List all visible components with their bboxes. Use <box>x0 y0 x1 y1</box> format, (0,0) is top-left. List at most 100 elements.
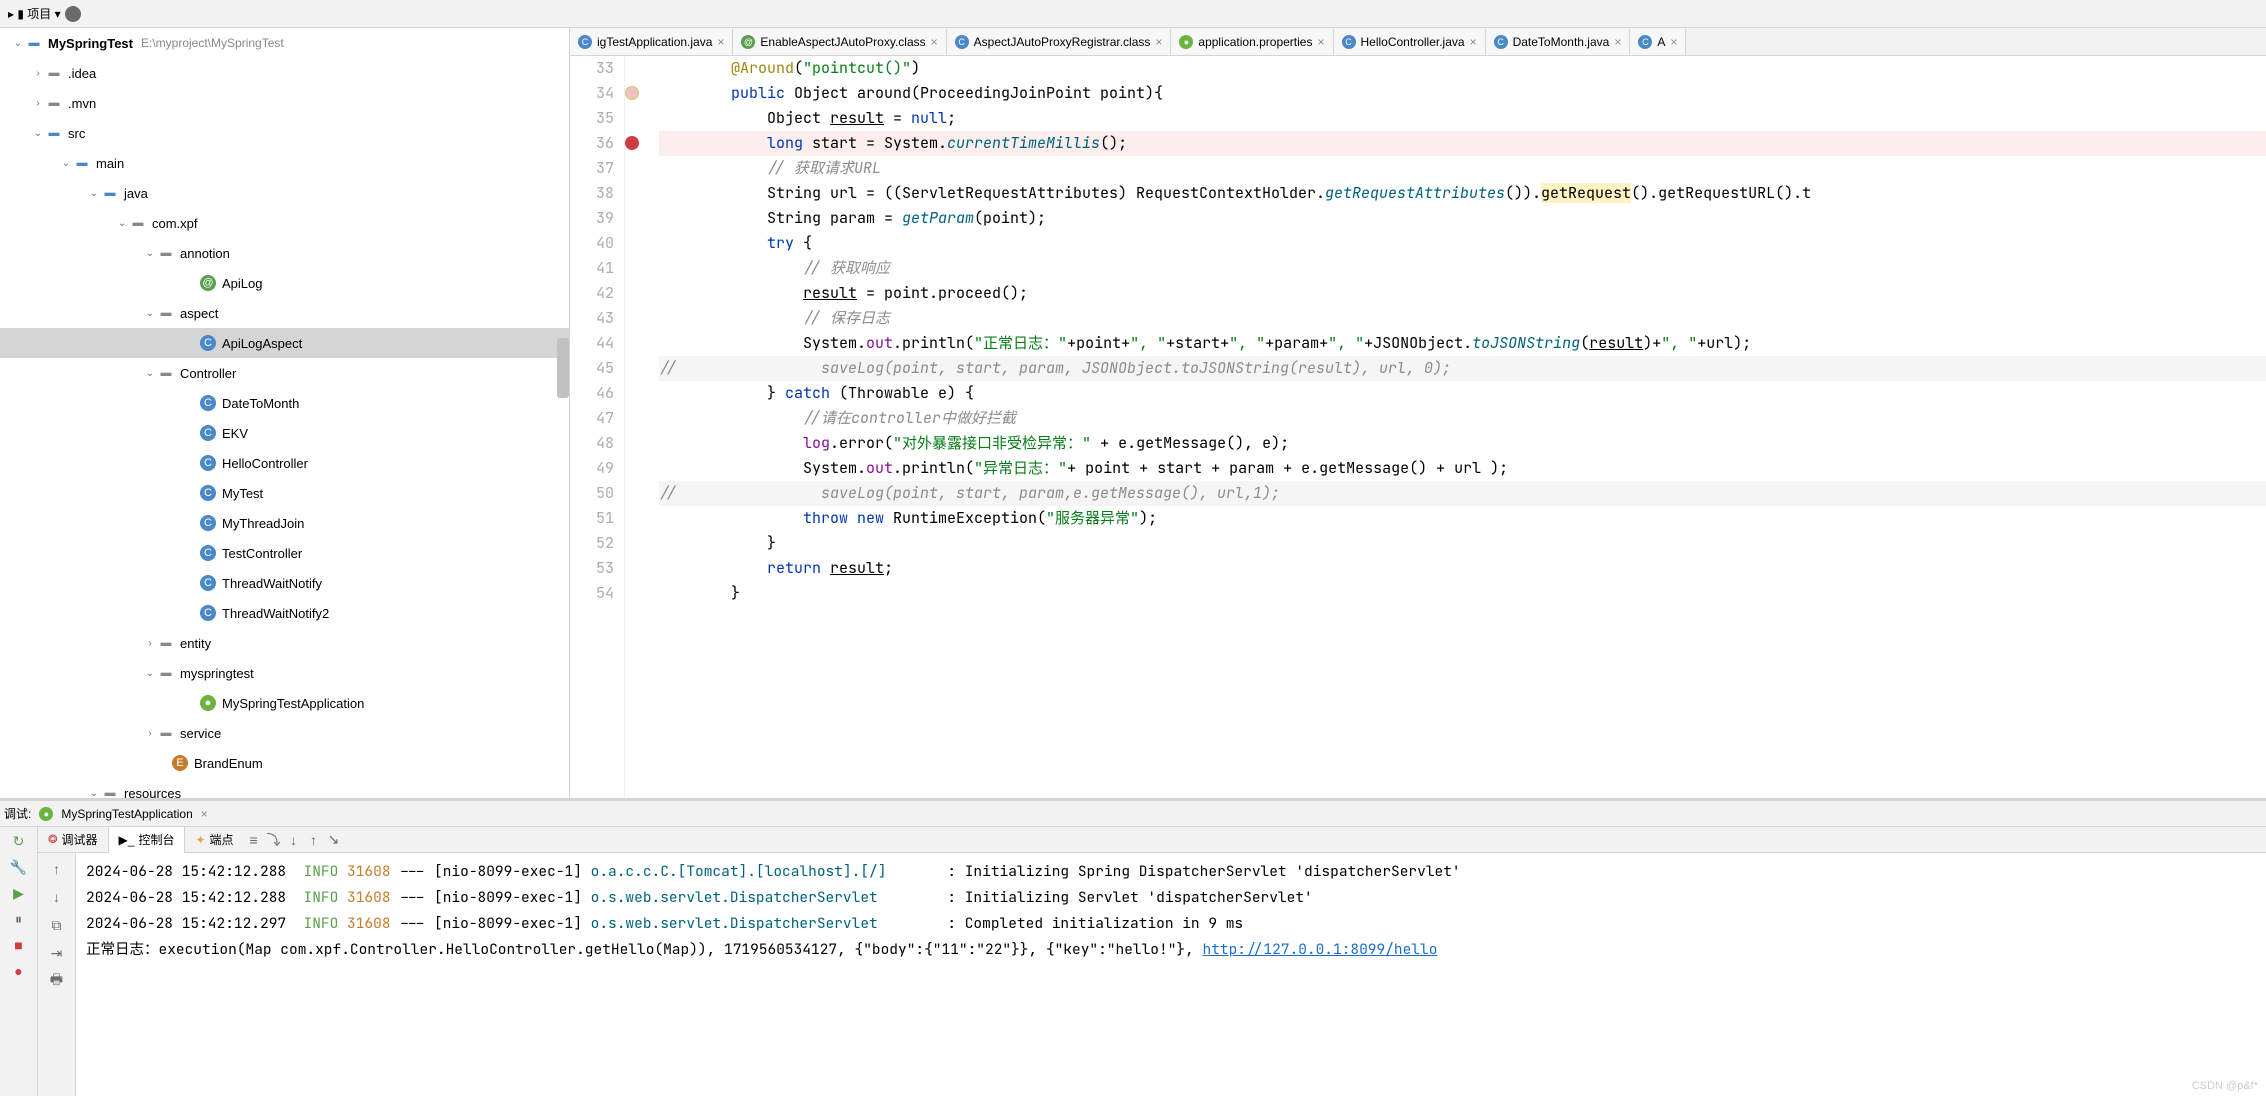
code-line[interactable]: // saveLog(point, start, param,e.getMess… <box>659 481 2266 506</box>
tree-item-apilog[interactable]: @ApiLog <box>0 268 569 298</box>
editor-tab[interactable]: CigTestApplication.java× <box>570 29 733 55</box>
editor-tab[interactable]: ●application.properties× <box>1171 29 1333 55</box>
tree-item-.idea[interactable]: ›▬.idea <box>0 58 569 88</box>
editor-tab[interactable]: @EnableAspectJAutoProxy.class× <box>733 29 946 55</box>
code-line[interactable]: // saveLog(point, start, param, JSONObje… <box>659 356 2266 381</box>
editor-tabs[interactable]: CigTestApplication.java×@EnableAspectJAu… <box>570 28 2266 56</box>
tree-item-threadwaitnotify2[interactable]: CThreadWaitNotify2 <box>0 598 569 628</box>
tree-item-service[interactable]: ›▬service <box>0 718 569 748</box>
chevron-icon[interactable]: ⌄ <box>114 218 130 229</box>
run-config-name[interactable]: MySpringTestApplication <box>61 807 192 821</box>
breakpoints-icon[interactable]: ● <box>9 961 29 981</box>
stop-icon[interactable]: ■ <box>9 935 29 955</box>
tree-item-myspringtestapplication[interactable]: ●MySpringTestApplication <box>0 688 569 718</box>
code-line[interactable]: @Around("pointcut()") <box>659 56 2266 81</box>
tree-item-main[interactable]: ⌄▬main <box>0 148 569 178</box>
tree-item-java[interactable]: ⌄▬java <box>0 178 569 208</box>
down-icon[interactable]: ↓ <box>47 887 67 907</box>
close-icon[interactable]: × <box>201 807 208 821</box>
tab-console[interactable]: ▶_控制台 <box>108 827 186 853</box>
editor-tab[interactable]: CA× <box>1630 29 1686 55</box>
tree-item-controller[interactable]: ⌄▬Controller <box>0 358 569 388</box>
console-output[interactable]: 2024-06-28 15:42:12.288 INFO 31608 --- [… <box>76 853 2266 1096</box>
tree-item-hellocontroller[interactable]: CHelloController <box>0 448 569 478</box>
code-line[interactable]: System.out.println("异常日志："+ point + star… <box>659 456 2266 481</box>
scrollbar[interactable] <box>557 338 569 398</box>
tree-item-mytest[interactable]: CMyTest <box>0 478 569 508</box>
code-line[interactable]: try { <box>659 231 2266 256</box>
chevron-icon[interactable]: ⌄ <box>58 158 74 169</box>
close-icon[interactable]: × <box>1670 35 1677 49</box>
tree-root[interactable]: ⌄ ▬ MySpringTest E:\myproject\MySpringTe… <box>0 28 569 58</box>
chevron-icon[interactable]: › <box>142 728 158 739</box>
code-line[interactable]: //请在controller中做好拦截 <box>659 406 2266 431</box>
editor-tab[interactable]: CDateToMonth.java× <box>1486 29 1631 55</box>
rerun-icon[interactable]: ↻ <box>9 831 29 851</box>
chevron-icon[interactable]: ⌄ <box>142 668 158 679</box>
tree-item-ekv[interactable]: CEKV <box>0 418 569 448</box>
tree-item-myspringtest[interactable]: ⌄▬myspringtest <box>0 658 569 688</box>
code-line[interactable]: long start = System.currentTimeMillis(); <box>659 131 2266 156</box>
chevron-icon[interactable]: › <box>30 98 46 109</box>
code-line[interactable]: } <box>659 531 2266 556</box>
tree-item-testcontroller[interactable]: CTestController <box>0 538 569 568</box>
code-line[interactable]: return result; <box>659 556 2266 581</box>
code-line[interactable]: String param = getParam(point); <box>659 206 2266 231</box>
tree-item-annotion[interactable]: ⌄▬annotion <box>0 238 569 268</box>
close-icon[interactable]: × <box>1155 35 1162 49</box>
wrench-icon[interactable]: 🔧 <box>9 857 29 877</box>
chevron-icon[interactable]: ⌄ <box>30 128 46 139</box>
close-icon[interactable]: × <box>1317 35 1324 49</box>
code-line[interactable]: } catch (Throwable e) { <box>659 381 2266 406</box>
up-icon[interactable]: ↑ <box>47 859 67 879</box>
url-link[interactable]: http://127.0.0.1:8099/hello <box>1203 940 1438 959</box>
tree-item-entity[interactable]: ›▬entity <box>0 628 569 658</box>
tree-item-.mvn[interactable]: ›▬.mvn <box>0 88 569 118</box>
scroll-icon[interactable]: ⇥ <box>47 943 67 963</box>
project-tree[interactable]: ⌄ ▬ MySpringTest E:\myproject\MySpringTe… <box>0 28 570 798</box>
chevron-down-icon[interactable]: ⌄ <box>10 38 26 49</box>
chevron-icon[interactable]: ⌄ <box>142 248 158 259</box>
tree-item-aspect[interactable]: ⌄▬aspect <box>0 298 569 328</box>
wrap-icon[interactable]: ⧉ <box>47 915 67 935</box>
code-line[interactable]: Object result = null; <box>659 106 2266 131</box>
chevron-icon[interactable]: ⌄ <box>142 308 158 319</box>
toolbar-icon[interactable]: ≡ <box>244 830 264 850</box>
tree-item-datetomonth[interactable]: CDateToMonth <box>0 388 569 418</box>
tree-item-src[interactable]: ⌄▬src <box>0 118 569 148</box>
code-line[interactable]: // 获取请求URL <box>659 156 2266 181</box>
tab-debugger[interactable]: ⭗调试器 <box>38 827 108 853</box>
step-out-icon[interactable]: ↑ <box>304 830 324 850</box>
code-line[interactable]: // 获取响应 <box>659 256 2266 281</box>
resume-icon[interactable]: ▶ <box>9 883 29 903</box>
close-icon[interactable]: × <box>1614 35 1621 49</box>
code-line[interactable]: public Object around(ProceedingJoinPoint… <box>659 81 2266 106</box>
code-line[interactable]: throw new RuntimeException("服务器异常"); <box>659 506 2266 531</box>
close-icon[interactable]: × <box>931 35 938 49</box>
code-line[interactable]: result = point.proceed(); <box>659 281 2266 306</box>
close-icon[interactable]: × <box>717 35 724 49</box>
step-over-icon[interactable]: ⤵ <box>264 830 284 850</box>
chevron-icon[interactable]: ⌄ <box>142 368 158 379</box>
code-body[interactable]: @Around("pointcut()") public Object arou… <box>655 56 2266 798</box>
close-icon[interactable]: × <box>1470 35 1477 49</box>
code-editor[interactable]: 3334353637383940414243444546474849505152… <box>570 56 2266 798</box>
chevron-icon[interactable]: › <box>30 68 46 79</box>
print-icon[interactable]: 🖶 <box>47 971 67 991</box>
tree-item-threadwaitnotify[interactable]: CThreadWaitNotify <box>0 568 569 598</box>
tree-item-resources[interactable]: ⌄▬resources <box>0 778 569 798</box>
tree-item-brandenum[interactable]: EBrandEnum <box>0 748 569 778</box>
gear-icon[interactable] <box>65 6 81 22</box>
editor-tab[interactable]: CAspectJAutoProxyRegistrar.class× <box>947 29 1172 55</box>
chevron-icon[interactable]: › <box>142 638 158 649</box>
pause-icon[interactable]: ⏸ <box>9 909 29 929</box>
tree-item-apilogaspect[interactable]: CApiLogAspect <box>0 328 569 358</box>
code-line[interactable]: log.error("对外暴露接口非受检异常：" + e.getMessage(… <box>659 431 2266 456</box>
chevron-icon[interactable]: ⌄ <box>86 788 102 799</box>
chevron-icon[interactable]: ⌄ <box>86 188 102 199</box>
tree-item-com.xpf[interactable]: ⌄▬com.xpf <box>0 208 569 238</box>
tree-item-mythreadjoin[interactable]: CMyThreadJoin <box>0 508 569 538</box>
tab-breakpoints[interactable]: ✦端点 <box>185 827 243 853</box>
run-to-cursor-icon[interactable]: ↘ <box>324 830 344 850</box>
code-line[interactable]: } <box>659 581 2266 606</box>
